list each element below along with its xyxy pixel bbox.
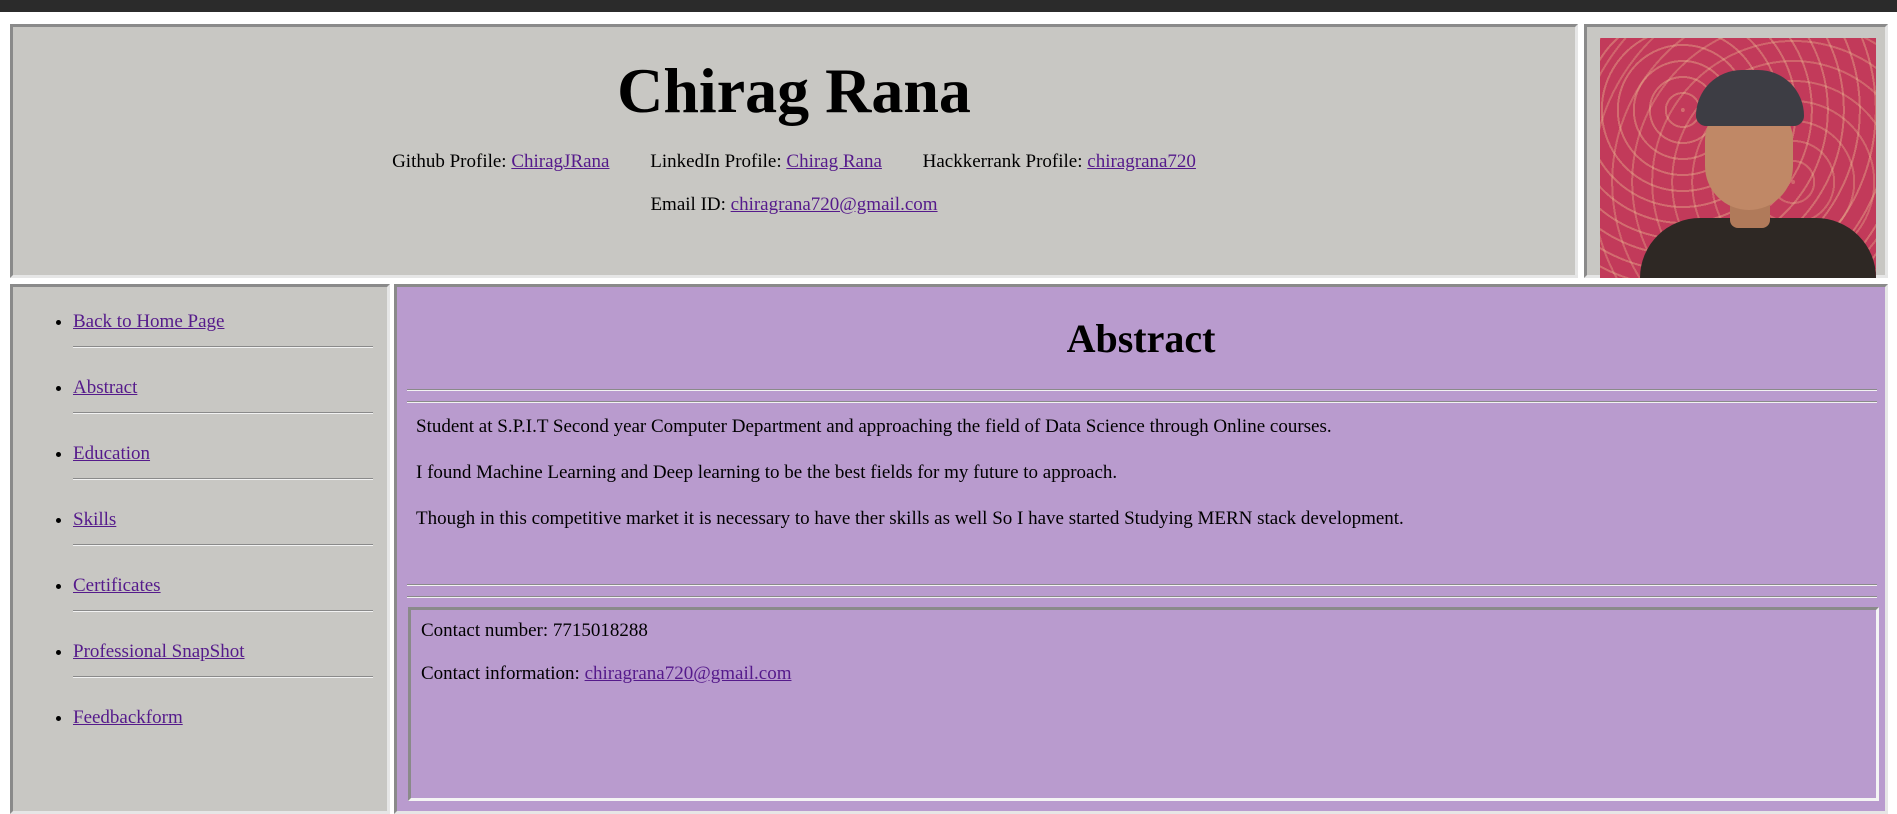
email-link[interactable]: chiragrana720@gmail.com bbox=[731, 194, 938, 215]
contact-divider-top bbox=[407, 584, 1877, 586]
email-label: Email ID: bbox=[650, 194, 731, 215]
linkedin-profile: LinkedIn Profile: Chirag Rana bbox=[650, 151, 882, 172]
sidebar-link-feedback[interactable]: Feedbackform bbox=[73, 707, 183, 729]
profile-links-row: Github Profile: ChiragJRana LinkedIn Pro… bbox=[13, 151, 1575, 173]
sidebar-item-snapshot: Professional SnapShot bbox=[73, 637, 387, 703]
profile-header: Chirag Rana Github Profile: ChiragJRana … bbox=[10, 24, 1578, 278]
hackerrank-profile: Hackkerrank Profile: chiragrana720 bbox=[923, 151, 1196, 172]
profile-photo bbox=[1600, 38, 1876, 278]
abstract-paragraph: I found Machine Learning and Deep learni… bbox=[416, 462, 1118, 483]
sidebar-item-skills: Skills bbox=[73, 505, 387, 571]
abstract-paragraph: Though in this competitive market it is … bbox=[416, 508, 1404, 529]
contact-information: Contact information: chiragrana720@gmail… bbox=[421, 663, 791, 685]
contact-info-label: Contact information: bbox=[421, 663, 585, 684]
sidebar-item-education: Education bbox=[73, 439, 387, 505]
github-label: Github Profile: bbox=[392, 151, 512, 172]
main-content: Abstract Student at S.P.I.T Second year … bbox=[394, 284, 1888, 814]
sidebar-list: Back to Home Page Abstract Education Ski… bbox=[13, 307, 387, 769]
sidebar-divider bbox=[73, 346, 373, 348]
contact-number: Contact number: 7715018288 bbox=[421, 620, 648, 641]
linkedin-label: LinkedIn Profile: bbox=[650, 151, 787, 172]
title-divider-top bbox=[407, 389, 1877, 391]
section-title: Abstract bbox=[1066, 316, 1216, 361]
sidebar-item-abstract: Abstract bbox=[73, 373, 387, 439]
sidebar-divider bbox=[73, 478, 373, 480]
sidebar-divider bbox=[73, 412, 373, 414]
sidebar-item-home: Back to Home Page bbox=[73, 307, 387, 373]
abstract-text: Student at S.P.I.T Second year Computer … bbox=[416, 414, 1875, 552]
sidebar-link-education[interactable]: Education bbox=[73, 443, 150, 465]
hackerrank-label: Hackkerrank Profile: bbox=[922, 151, 1088, 172]
hackerrank-link[interactable]: chiragrana720 bbox=[1087, 151, 1196, 172]
sidebar-divider bbox=[73, 610, 373, 612]
sidebar-divider bbox=[73, 544, 373, 546]
photo-cap bbox=[1696, 70, 1804, 126]
linkedin-link[interactable]: Chirag Rana bbox=[786, 151, 882, 172]
browser-top-bar bbox=[0, 0, 1897, 12]
contact-box: Contact number: 7715018288 Contact infor… bbox=[408, 607, 1879, 801]
contact-divider-bottom bbox=[407, 596, 1877, 598]
title-divider-bottom bbox=[407, 401, 1877, 403]
abstract-paragraph: Student at S.P.I.T Second year Computer … bbox=[416, 416, 1332, 437]
sidebar-link-skills[interactable]: Skills bbox=[73, 509, 116, 531]
sidebar-item-certificates: Certificates bbox=[73, 571, 387, 637]
profile-photo-frame bbox=[1584, 24, 1888, 278]
sidebar-link-abstract[interactable]: Abstract bbox=[73, 377, 137, 399]
page-title: Chirag Rana bbox=[617, 55, 971, 126]
sidebar-link-certificates[interactable]: Certificates bbox=[73, 575, 161, 597]
sidebar-link-home[interactable]: Back to Home Page bbox=[73, 311, 224, 333]
sidebar-divider bbox=[73, 676, 373, 678]
email-row: Email ID: chiragrana720@gmail.com bbox=[13, 194, 1575, 216]
contact-email-link[interactable]: chiragrana720@gmail.com bbox=[585, 663, 792, 684]
sidebar-nav: Back to Home Page Abstract Education Ski… bbox=[10, 284, 390, 814]
github-link[interactable]: ChiragJRana bbox=[511, 151, 609, 172]
github-profile: Github Profile: ChiragJRana bbox=[392, 151, 609, 172]
sidebar-link-snapshot[interactable]: Professional SnapShot bbox=[73, 641, 245, 663]
sidebar-item-feedback: Feedbackform bbox=[73, 703, 387, 769]
